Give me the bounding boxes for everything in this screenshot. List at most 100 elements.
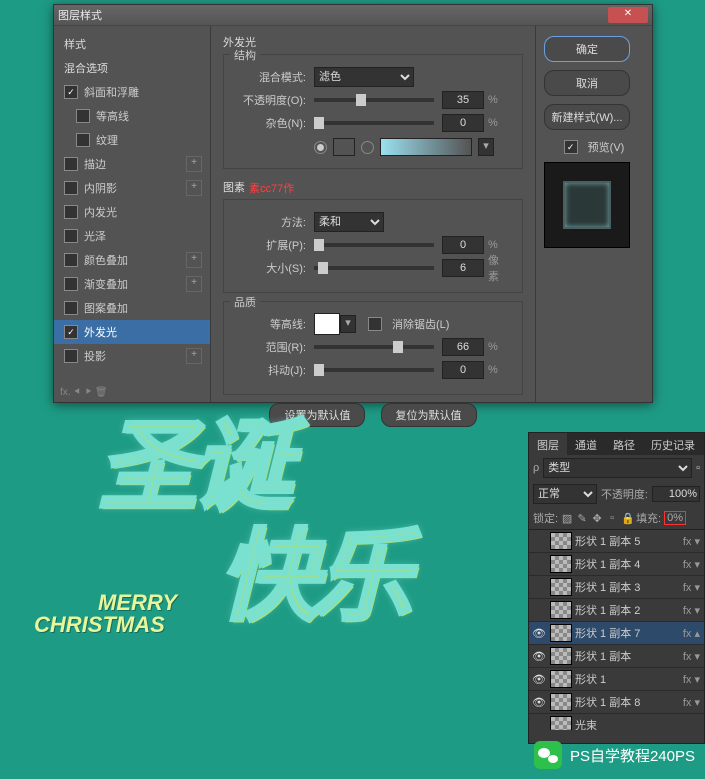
gradient-picker[interactable] — [380, 138, 472, 156]
make-default-button[interactable]: 设置为默认值 — [269, 403, 365, 427]
tab-paths[interactable]: 路径 — [605, 433, 643, 455]
noise-input[interactable]: 0 — [442, 114, 484, 132]
plus-icon[interactable]: + — [186, 180, 202, 196]
fx-icon[interactable]: fx ▾ — [681, 673, 702, 686]
layer-row[interactable]: 👁形状 1 副本fx ▾ — [529, 645, 704, 668]
checkbox-icon[interactable] — [64, 325, 78, 339]
jitter-input[interactable]: 0 — [442, 361, 484, 379]
fx-icon[interactable]: fx ▾ — [681, 604, 702, 617]
dialog-titlebar[interactable]: 图层样式 ✕ — [54, 5, 652, 26]
style-inner-shadow[interactable]: 内阴影+ — [54, 176, 210, 200]
plus-icon[interactable]: + — [186, 252, 202, 268]
style-contour[interactable]: 等高线 — [54, 104, 210, 128]
fx-icon[interactable]: fx ▴ — [681, 627, 702, 640]
checkbox-icon[interactable] — [64, 277, 78, 291]
fx-icon[interactable]: fx ▾ — [681, 535, 702, 548]
layer-thumb-icon[interactable] — [550, 693, 572, 711]
style-pattern-overlay[interactable]: 图案叠加 — [54, 296, 210, 320]
checkbox-icon[interactable] — [64, 157, 78, 171]
layer-row[interactable]: 形状 1 副本 2fx ▾ — [529, 599, 704, 622]
fx-icon[interactable]: fx ▾ — [681, 558, 702, 571]
fill-value[interactable]: 0% — [664, 511, 686, 525]
layer-row[interactable]: 形状 1 副本 4fx ▾ — [529, 553, 704, 576]
opacity-input[interactable]: 35 — [442, 91, 484, 109]
style-outer-glow[interactable]: 外发光 — [54, 320, 210, 344]
chevron-down-icon[interactable]: ▾ — [340, 315, 356, 333]
visibility-icon[interactable]: 👁 — [531, 696, 547, 709]
styles-header[interactable]: 样式 — [54, 32, 210, 56]
tab-channels[interactable]: 通道 — [567, 433, 605, 455]
fx-icon[interactable]: fx ▾ — [681, 696, 702, 709]
spread-input[interactable]: 0 — [442, 236, 484, 254]
range-slider[interactable] — [314, 345, 434, 349]
layer-thumb-icon[interactable] — [550, 555, 572, 573]
size-slider[interactable] — [314, 266, 434, 270]
contour-picker[interactable] — [314, 313, 340, 335]
layer-thumb-icon[interactable] — [550, 532, 572, 550]
fx-footer[interactable]: fx. ⯇ ⯈ 🗑 — [60, 387, 108, 398]
visibility-icon[interactable]: 👁 — [531, 650, 547, 663]
lock-all-icon[interactable]: 🔒 — [621, 512, 633, 525]
checkbox-icon[interactable] — [76, 109, 90, 123]
checkbox-icon[interactable] — [64, 253, 78, 267]
size-input[interactable]: 6 — [442, 259, 484, 277]
layer-thumb-icon[interactable] — [550, 601, 572, 619]
layer-row[interactable]: 👁形状 1 副本 7fx ▴ — [529, 622, 704, 645]
visibility-icon[interactable]: 👁 — [531, 673, 547, 686]
style-texture[interactable]: 纹理 — [54, 128, 210, 152]
style-drop-shadow[interactable]: 投影+ — [54, 344, 210, 368]
lock-transparency-icon[interactable]: ▨ — [561, 512, 573, 525]
layer-thumb-icon[interactable] — [550, 670, 572, 688]
plus-icon[interactable]: + — [186, 156, 202, 172]
checkbox-icon[interactable] — [64, 229, 78, 243]
gradient-radio[interactable] — [361, 141, 374, 154]
preview-checkbox[interactable] — [564, 140, 578, 154]
blend-mode-select[interactable]: 正常 — [533, 484, 597, 504]
opacity-slider[interactable] — [314, 98, 434, 102]
plus-icon[interactable]: + — [186, 348, 202, 364]
style-satin[interactable]: 光泽 — [54, 224, 210, 248]
spread-slider[interactable] — [314, 243, 434, 247]
visibility-icon[interactable]: 👁 — [531, 627, 547, 640]
lock-position-icon[interactable]: ✥ — [591, 512, 603, 525]
opacity-value[interactable]: 100% — [652, 486, 700, 502]
blend-options[interactable]: 混合选项 — [54, 56, 210, 80]
layer-thumb-icon[interactable] — [550, 716, 572, 730]
fx-icon[interactable]: fx ▾ — [681, 650, 702, 663]
tab-history[interactable]: 历史记录 — [643, 433, 703, 455]
style-gradient-overlay[interactable]: 渐变叠加+ — [54, 272, 210, 296]
fx-icon[interactable]: fx ▾ — [681, 581, 702, 594]
cancel-button[interactable]: 取消 — [544, 70, 630, 96]
new-style-button[interactable]: 新建样式(W)... — [544, 104, 630, 130]
checkbox-icon[interactable] — [64, 181, 78, 195]
tab-layers[interactable]: 图层 — [529, 433, 567, 455]
layer-row[interactable]: 形状 1 副本 3fx ▾ — [529, 576, 704, 599]
checkbox-icon[interactable] — [64, 205, 78, 219]
lock-brush-icon[interactable]: ✎ — [576, 512, 588, 525]
range-input[interactable]: 66 — [442, 338, 484, 356]
layer-list[interactable]: 形状 1 副本 5fx ▾ 形状 1 副本 4fx ▾ 形状 1 副本 3fx … — [529, 530, 704, 730]
checkbox-icon[interactable] — [64, 349, 78, 363]
layer-thumb-icon[interactable] — [550, 578, 572, 596]
plus-icon[interactable]: + — [186, 276, 202, 292]
checkbox-icon[interactable] — [64, 301, 78, 315]
antialias-checkbox[interactable] — [368, 317, 382, 331]
layer-thumb-icon[interactable] — [550, 624, 572, 642]
lock-artboard-icon[interactable]: ▫ — [606, 512, 618, 524]
layer-row[interactable]: 形状 1 副本 5fx ▾ — [529, 530, 704, 553]
layer-row[interactable]: 👁形状 1 副本 8fx ▾ — [529, 691, 704, 714]
checkbox-icon[interactable] — [76, 133, 90, 147]
style-stroke[interactable]: 描边+ — [54, 152, 210, 176]
style-color-overlay[interactable]: 颜色叠加+ — [54, 248, 210, 272]
style-bevel[interactable]: 斜面和浮雕 — [54, 80, 210, 104]
jitter-slider[interactable] — [314, 368, 434, 372]
blend-mode-select[interactable]: 滤色 — [314, 67, 414, 87]
checkbox-icon[interactable] — [64, 85, 78, 99]
layer-thumb-icon[interactable] — [550, 647, 572, 665]
color-radio[interactable] — [314, 141, 327, 154]
noise-slider[interactable] — [314, 121, 434, 125]
close-icon[interactable]: ✕ — [608, 7, 648, 23]
filter-icon[interactable]: ▫ — [696, 462, 700, 474]
ok-button[interactable]: 确定 — [544, 36, 630, 62]
layer-row[interactable]: 👁形状 1fx ▾ — [529, 668, 704, 691]
